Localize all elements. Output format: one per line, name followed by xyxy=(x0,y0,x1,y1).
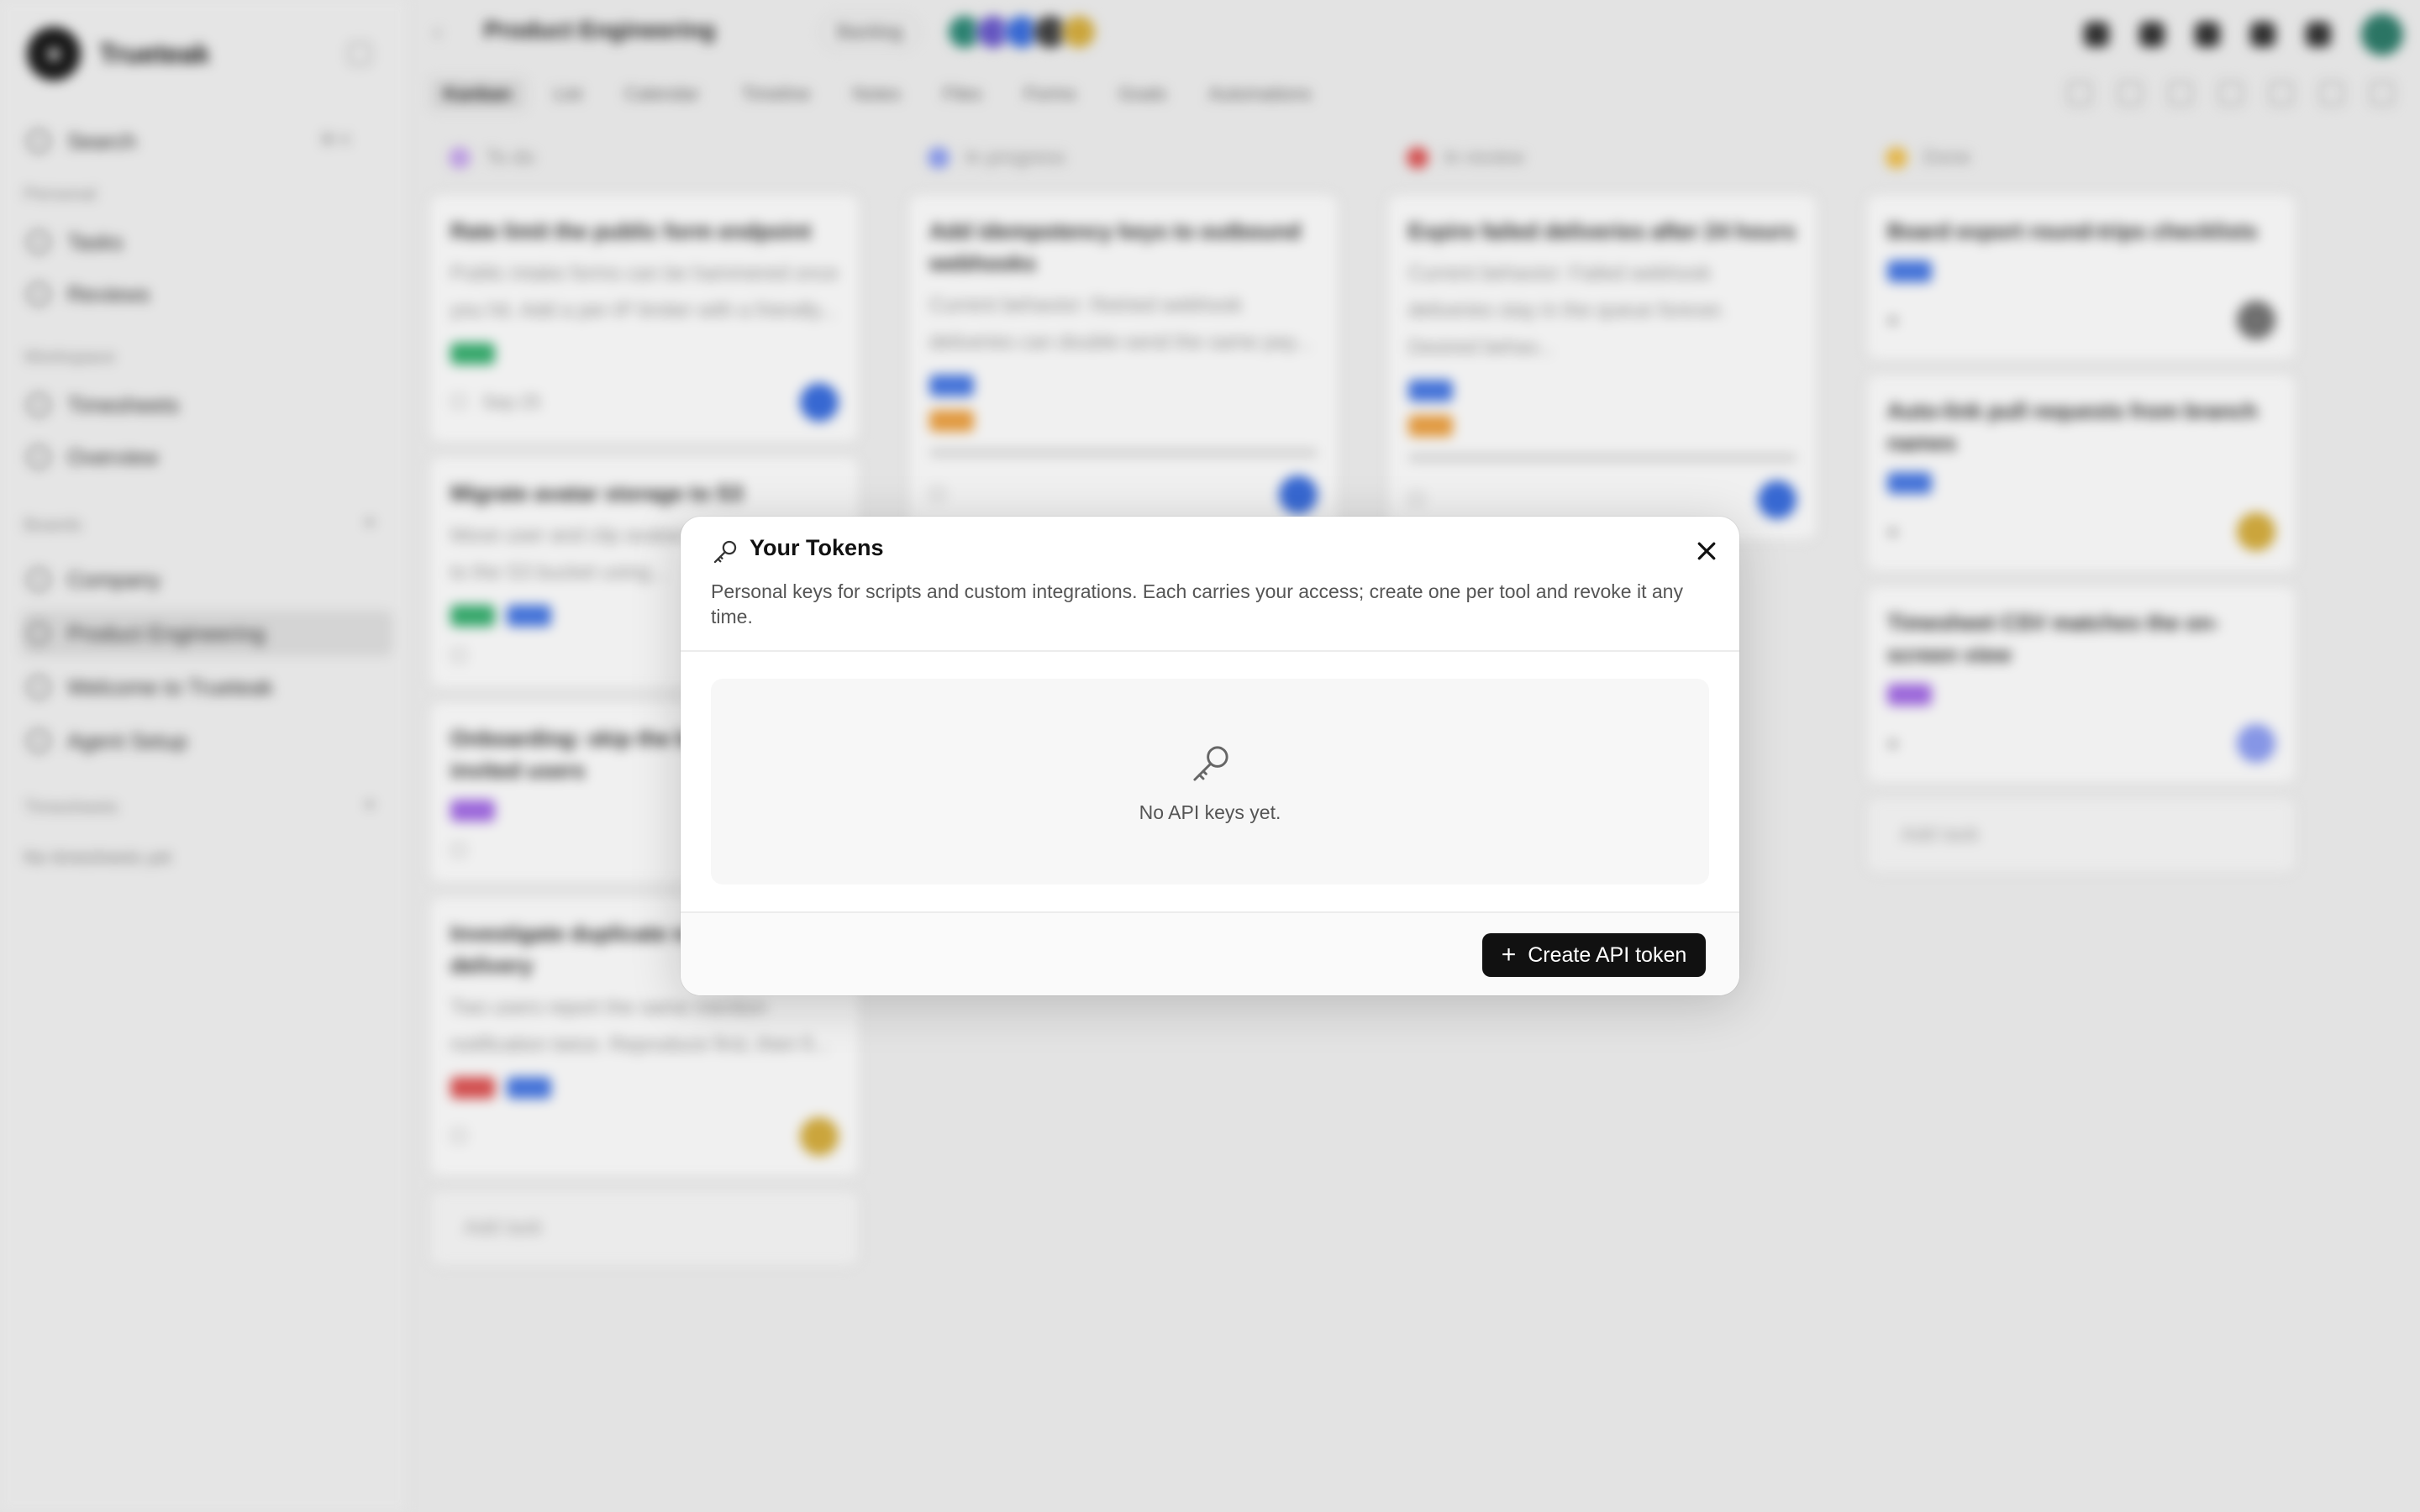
dialog-footer: + Create API token xyxy=(681,911,1739,995)
close-icon[interactable] xyxy=(1694,538,1719,564)
dialog-header: Your Tokens Personal keys for scripts an… xyxy=(681,517,1739,652)
tokens-empty-state: No API keys yet. xyxy=(711,679,1709,885)
key-icon xyxy=(713,540,737,564)
create-api-token-button[interactable]: + Create API token xyxy=(1482,933,1706,977)
dialog-description: Personal keys for scripts and custom int… xyxy=(711,580,1683,627)
plus-icon: + xyxy=(1501,941,1517,969)
dialog-title: Your Tokens xyxy=(750,535,884,560)
empty-state-text: No API keys yet. xyxy=(1139,801,1281,823)
create-api-token-label: Create API token xyxy=(1528,942,1687,967)
tokens-dialog: Your Tokens Personal keys for scripts an… xyxy=(681,517,1739,995)
key-icon xyxy=(1193,746,1228,781)
